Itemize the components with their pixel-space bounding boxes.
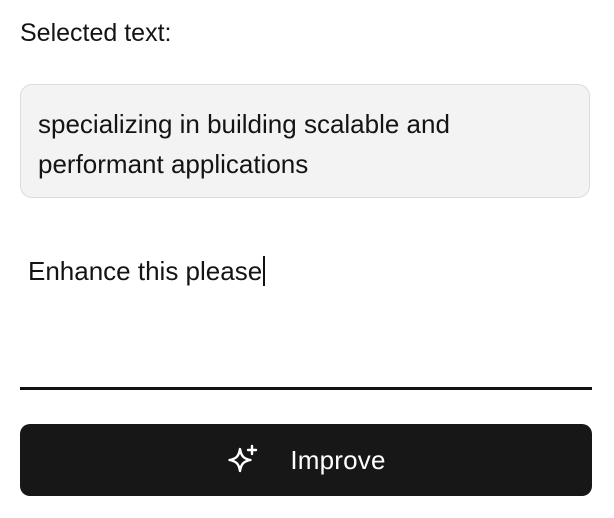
text-caret (263, 256, 266, 286)
improve-button-label: Improve (290, 445, 386, 475)
prompt-input-value[interactable]: Enhance this please (28, 256, 262, 286)
sparkle-icon (226, 443, 260, 477)
prompt-input[interactable]: Enhance this please (20, 244, 592, 390)
improve-button[interactable]: Improve (20, 424, 592, 496)
selected-text-label: Selected text: (20, 19, 172, 47)
selected-text-box: specializing in building scalable and pe… (20, 84, 590, 198)
